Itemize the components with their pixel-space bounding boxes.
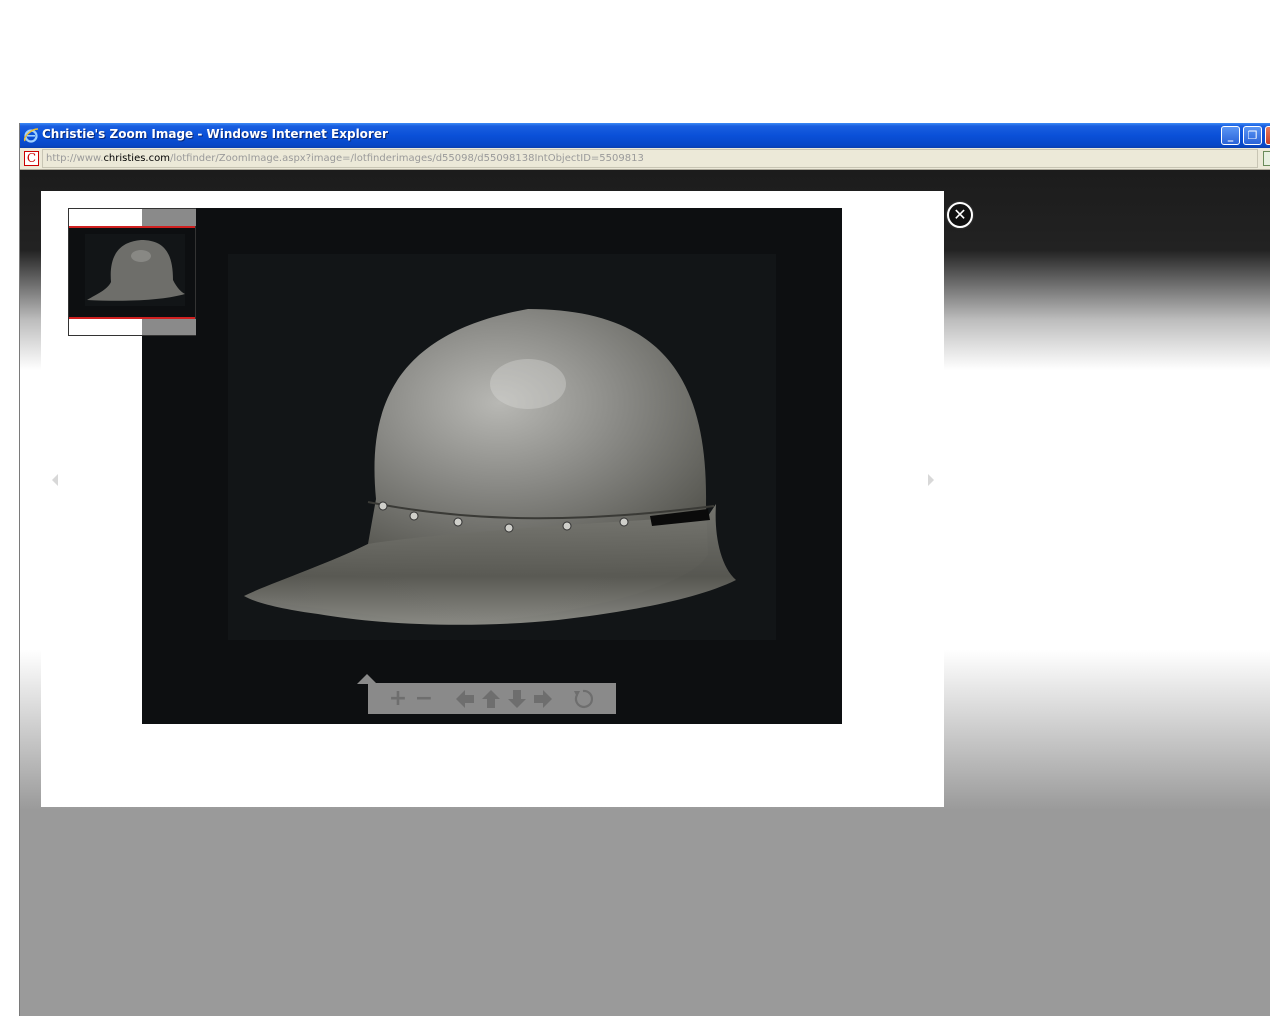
url-prefix: http://www.: [46, 153, 104, 164]
internet-explorer-icon: [24, 128, 39, 143]
url-path: /lotfinder/ZoomImage.aspx?image=/lotfind…: [169, 153, 644, 164]
pan-right-button[interactable]: [532, 688, 554, 710]
helmet-photo[interactable]: [228, 254, 776, 640]
thumbnail-navigator[interactable]: [68, 208, 196, 336]
ie-window: Christie's Zoom Image - Windows Internet…: [19, 123, 1270, 1016]
thumbnail-frame-bottom: [142, 319, 196, 335]
zoom-in-button[interactable]: +: [387, 688, 409, 710]
title-bar[interactable]: Christie's Zoom Image - Windows Internet…: [20, 123, 1270, 148]
plus-icon: +: [388, 686, 408, 711]
arrow-left-icon: [456, 690, 474, 708]
url-host: christies.com: [103, 153, 170, 164]
pan-down-button[interactable]: [506, 688, 528, 710]
zoom-viewer[interactable]: + −: [142, 208, 842, 724]
minimize-button[interactable]: _: [1221, 126, 1240, 145]
pan-up-button[interactable]: [480, 688, 502, 710]
close-window-button[interactable]: ✕: [1265, 126, 1270, 145]
site-favicon: C: [24, 151, 39, 166]
window-title: Christie's Zoom Image - Windows Internet…: [42, 127, 388, 141]
page-content: + − ✕: [20, 170, 1270, 1016]
url-field[interactable]: http://www.christies.com/lotfinder/ZoomI…: [42, 149, 1258, 168]
thumbnail-helmet-image: [85, 234, 185, 306]
zoom-toolbar: + −: [368, 683, 616, 714]
thumbnail-view-region[interactable]: [69, 226, 195, 319]
reset-view-button[interactable]: [572, 688, 594, 710]
minimize-icon: _: [1227, 129, 1234, 142]
pan-left-button[interactable]: [454, 688, 476, 710]
zoom-modal: + − ✕: [41, 191, 973, 807]
close-circle-icon: ✕: [953, 205, 967, 224]
arrow-right-icon: [534, 690, 552, 708]
zoom-out-button[interactable]: −: [413, 688, 435, 710]
thumbnail-frame: [142, 209, 196, 226]
address-bar: C http://www.christies.com/lotfinder/Zoo…: [20, 148, 1270, 170]
page-status-icon: [1263, 151, 1270, 166]
arrow-up-icon: [482, 690, 500, 708]
helmet-image: [244, 309, 736, 625]
minus-icon: −: [414, 686, 434, 711]
restore-button[interactable]: ❐: [1243, 126, 1262, 145]
prev-image-icon[interactable]: [52, 474, 58, 486]
restore-icon: ❐: [1247, 129, 1258, 142]
next-image-icon[interactable]: [928, 474, 934, 486]
arrow-down-icon: [508, 690, 526, 708]
close-zoom-button[interactable]: ✕: [947, 202, 973, 228]
reset-icon: [574, 689, 594, 708]
